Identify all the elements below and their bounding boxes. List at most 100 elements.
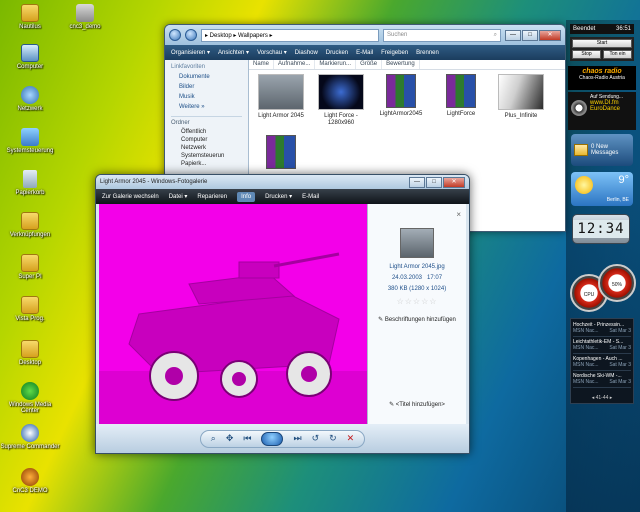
toolbar-email[interactable]: E-Mail <box>356 50 373 56</box>
file-menu[interactable]: Datei ▾ <box>169 193 188 200</box>
desktop-icon-cnc3-demo[interactable]: cnc3_demo <box>55 4 115 30</box>
window-controls: — □ ✕ <box>409 177 465 188</box>
desktop-icon-vista-prog[interactable]: Vista Prog. <box>0 296 60 322</box>
desktop-icon-recycle-bin[interactable]: Papierkorb <box>0 170 60 196</box>
news-item[interactable]: Leichtathletik-EM - S... MSN Nac... Sat M… <box>573 337 631 354</box>
delete-icon[interactable]: ✕ <box>347 433 355 444</box>
zoom-icon[interactable]: ⌕ <box>211 433 216 444</box>
add-tags-link[interactable]: ✎ Beschriftungen hinzufügen <box>368 316 466 323</box>
info-filename[interactable]: Light Armor 2045.jpg <box>368 264 466 270</box>
desktop-icon-supreme-commander[interactable]: Supreme Commander <box>0 424 60 450</box>
start-button[interactable]: Start <box>572 39 632 48</box>
memory-meter-gauge[interactable]: 50% <box>598 264 636 302</box>
minimize-button[interactable]: — <box>505 29 521 41</box>
file-item[interactable] <box>255 135 307 172</box>
desktop-icon-control-panel[interactable]: Systemsteuerung <box>0 128 60 154</box>
difm-gadget[interactable]: Auf Sendung... www.DI.fm EuroDance <box>568 92 636 130</box>
maximize-button[interactable]: □ <box>426 177 442 188</box>
maximize-button[interactable]: □ <box>522 29 538 41</box>
folder-icon <box>21 254 39 272</box>
news-item[interactable]: Nordische Ski-WM -... MSN Nac... Sat Mar … <box>573 371 631 388</box>
sound-on-button[interactable]: Ton ein <box>603 50 632 59</box>
game-icon <box>21 424 39 442</box>
column-header[interactable]: Bewertung <box>382 60 420 69</box>
toolbar-burn[interactable]: Brennen <box>416 50 439 56</box>
print-menu[interactable]: Drucken ▾ <box>265 193 292 200</box>
close-info-icon[interactable]: × <box>456 210 461 219</box>
fix-button[interactable]: Reparieren <box>197 194 227 200</box>
control-panel-icon <box>21 128 39 146</box>
info-button[interactable]: Info <box>237 191 256 202</box>
actual-size-icon[interactable]: ✥ <box>226 433 234 444</box>
tag-icon: ✎ <box>389 402 395 408</box>
next-icon[interactable]: ⏭ <box>293 433 301 444</box>
weather-gadget[interactable]: 9° Berlin, BE <box>571 172 633 206</box>
column-header[interactable]: Markierun... <box>315 60 357 69</box>
slideshow-button[interactable] <box>261 431 284 446</box>
forward-icon[interactable] <box>185 29 197 41</box>
gallery-titlebar: Light Armor 2045 - Windows-Fotogalerie —… <box>96 175 469 189</box>
column-header[interactable]: Name <box>249 60 275 69</box>
toolbar-print[interactable]: Drucken <box>326 50 348 56</box>
tree-item[interactable]: Papierk... <box>181 160 242 168</box>
column-header[interactable]: Größe <box>356 60 383 69</box>
file-item[interactable]: Light Force - 1280x960 <box>315 74 367 127</box>
desktop-icon-label: Super PI <box>18 274 42 280</box>
tree-item[interactable]: Computer <box>181 136 242 144</box>
file-item[interactable]: Plus_Infinite <box>495 74 547 127</box>
nav-link-pictures[interactable]: Bilder <box>171 84 242 90</box>
mail-gadget[interactable]: 0 New Messages <box>571 134 633 166</box>
desktop-icon-super-pi[interactable]: Super PI <box>0 254 60 280</box>
info-datetime: 24.03.2003 17:07 <box>368 275 466 281</box>
rating-stars[interactable]: ☆☆☆☆☆ <box>368 297 466 306</box>
file-item[interactable]: Light Armor 2045 <box>255 74 307 127</box>
toolbar-share[interactable]: Freigeben <box>381 50 408 56</box>
back-icon[interactable] <box>169 29 181 41</box>
info-time: 17:07 <box>427 275 443 281</box>
email-button[interactable]: E-Mail <box>302 194 319 200</box>
desktop-icon-desktop[interactable]: Desktop <box>0 340 60 366</box>
toolbar-views[interactable]: Ansichten ▾ <box>218 49 249 56</box>
tree-item[interactable]: Netzwerk <box>181 144 242 152</box>
chaos-radio-gadget[interactable]: chaos radio Chaos-Radio Austria <box>568 66 636 90</box>
desktop-icon-media-center[interactable]: Windows Media Center <box>0 382 60 414</box>
rotate-left-icon[interactable]: ↺ <box>312 433 320 444</box>
computer-icon <box>21 44 39 62</box>
desktop-icon-nautilus[interactable]: Nautilus <box>0 4 60 30</box>
search-input[interactable]: Suchen ⌕ <box>383 28 501 42</box>
close-button[interactable]: ✕ <box>443 177 465 188</box>
digital-clock-gadget[interactable]: 12:34 <box>572 214 630 244</box>
desktop-icon-label: Desktop <box>18 360 41 366</box>
nav-link-more[interactable]: Weitere » <box>171 104 242 110</box>
back-to-gallery-button[interactable]: Zur Galerie wechseln <box>102 194 159 200</box>
minimize-button[interactable]: — <box>409 177 425 188</box>
tree-item[interactable]: Öffentlich <box>181 128 242 136</box>
nav-link-music[interactable]: Musik <box>171 94 242 100</box>
desktop-icon-network[interactable]: Netzwerk <box>0 86 60 112</box>
desktop-icon-cnc3[interactable]: CnC3 DEMO <box>0 468 60 494</box>
news-feed-gadget: Hochzeit - Prinzessin... MSN Nac... Sat M… <box>570 318 634 404</box>
address-field[interactable]: ▸ Desktop ▸ Wallpapers ▸ <box>201 28 379 42</box>
nav-link-documents[interactable]: Dokumente <box>171 74 242 80</box>
folders-header[interactable]: Ordner <box>171 116 242 126</box>
news-pager[interactable]: ◂ 41-44 ▸ <box>571 395 633 401</box>
file-item[interactable]: LightForce <box>435 74 487 127</box>
rotate-right-icon[interactable]: ↻ <box>329 433 337 444</box>
add-title-link[interactable]: ✎ <Titel hinzufügen> <box>368 401 466 408</box>
close-button[interactable]: ✕ <box>539 29 561 41</box>
toolbar-preview[interactable]: Vorschau ▾ <box>257 49 287 56</box>
news-item[interactable]: Hochzeit - Prinzessin... MSN Nac... Sat M… <box>573 320 631 337</box>
news-source: MSN Nac... <box>573 345 599 351</box>
previous-icon[interactable]: ⏮ <box>243 433 251 444</box>
tag-icon: ✎ <box>378 317 384 323</box>
toolbar-slideshow[interactable]: Diashow <box>295 50 318 56</box>
tree-item[interactable]: Systemsteuerun <box>181 152 242 160</box>
column-header[interactable]: Aufnahme... <box>274 60 316 69</box>
desktop-icon-computer[interactable]: Computer <box>0 44 60 70</box>
explorer-address-bar: ▸ Desktop ▸ Wallpapers ▸ Suchen ⌕ — □ ✕ <box>165 25 565 45</box>
desktop-icon-shortcuts[interactable]: Verknüpfungen <box>0 212 60 238</box>
stop-button[interactable]: Stop <box>572 50 601 59</box>
toolbar-organize[interactable]: Organisieren ▾ <box>171 49 210 56</box>
news-item[interactable]: Kopenhagen - Auch ... MSN Nac... Sat Mar … <box>573 354 631 371</box>
file-item[interactable]: LightArmor2045 <box>375 74 427 127</box>
